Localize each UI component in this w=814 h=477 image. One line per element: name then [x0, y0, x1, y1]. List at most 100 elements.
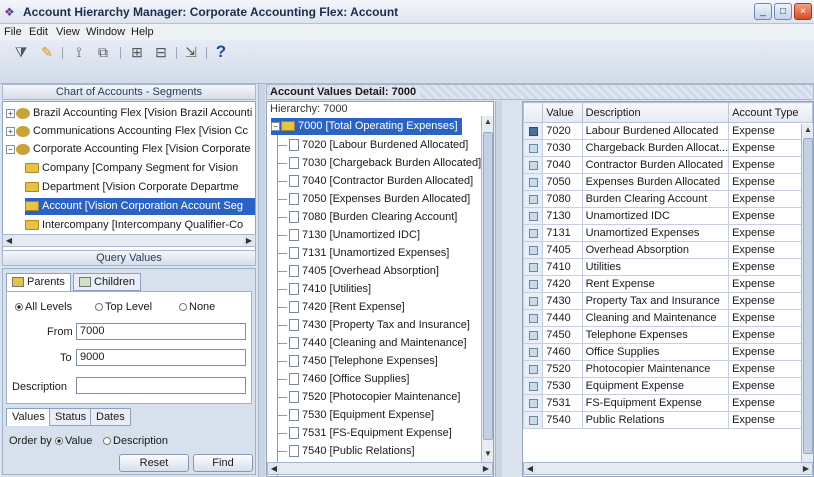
menu-view[interactable]: View — [56, 26, 80, 38]
row-selector[interactable] — [523, 207, 544, 225]
hierarchy-child-item[interactable]: 7530 [Equipment Expense] — [277, 407, 434, 424]
table-row[interactable]: 7460 Office Supplies Expense — [523, 343, 813, 361]
table-row[interactable]: 7530 Equipment Expense Expense — [523, 377, 813, 395]
table-row[interactable]: 7080 Burden Clearing Account Expense — [523, 190, 813, 208]
hierarchy-vertical-scrollbar[interactable]: ▲ ▼ — [481, 116, 493, 462]
table-row[interactable]: 7520 Photocopier Maintenance Expense — [523, 360, 813, 378]
hierarchy-child-item[interactable]: 7131 [Unamortized Expenses] — [277, 245, 449, 262]
table-row[interactable]: 7040 Contractor Burden Allocated Expense — [523, 156, 813, 174]
table-row[interactable]: 7131 Unamortized Expenses Expense — [523, 224, 813, 242]
table-row[interactable]: 7410 Utilities Expense — [523, 258, 813, 276]
edit-icon[interactable]: ✎ — [38, 43, 56, 61]
menu-edit[interactable]: Edit — [29, 26, 48, 38]
hierarchy-child-item[interactable]: 7531 [FS-Equipment Expense] — [277, 425, 452, 442]
close-button[interactable]: × — [794, 3, 812, 20]
help-icon[interactable]: ? — [212, 43, 230, 61]
radio-all-levels[interactable]: All Levels — [15, 301, 72, 313]
expand-icon[interactable]: + — [6, 108, 15, 118]
row-selector[interactable] — [523, 258, 544, 276]
expand-icon[interactable]: + — [6, 126, 15, 136]
table-row[interactable]: 7405 Overhead Absorption Expense — [523, 241, 813, 259]
scroll-up-icon[interactable]: ▲ — [802, 124, 813, 135]
hierarchy-child-item[interactable]: 7440 [Cleaning and Maintenance] — [277, 335, 467, 352]
tree-item-brazil[interactable]: + Brazil Accounting Flex [Vision Brazil A… — [6, 105, 252, 122]
hierarchy-child-item[interactable]: 7040 [Contractor Burden Allocated] — [277, 173, 473, 190]
row-selector[interactable] — [523, 241, 544, 259]
column-header-account-type[interactable]: Account Type — [728, 102, 813, 123]
hierarchy-child-item[interactable]: 7410 [Utilities] — [277, 281, 371, 298]
tab-values[interactable]: Values — [6, 408, 51, 426]
column-header-value[interactable]: Value — [542, 102, 583, 123]
panel-splitter[interactable] — [258, 84, 265, 477]
tree-item-department[interactable]: Department [Vision Corporate Departme — [25, 179, 239, 196]
scroll-up-icon[interactable]: ▲ — [482, 116, 493, 127]
hierarchy-child-item[interactable]: 7030 [Chargeback Burden Allocated] — [277, 155, 481, 172]
tree-item-corporate[interactable]: − Corporate Accounting Flex [Vision Corpo… — [6, 141, 250, 158]
scroll-down-icon[interactable]: ▼ — [482, 448, 493, 459]
from-field[interactable]: 7000 — [76, 323, 246, 340]
tree-item-account[interactable]: Account [Vision Corporation Account Seg — [25, 198, 255, 215]
row-selector[interactable] — [523, 156, 544, 174]
hierarchy-child-item[interactable]: 7460 [Office Supplies] — [277, 371, 409, 388]
table-row[interactable]: 7020 Labour Burdened Allocated Expense — [523, 122, 813, 140]
reset-button[interactable]: Reset — [119, 454, 189, 472]
tab-children[interactable]: Children — [73, 273, 141, 291]
hierarchy-child-item[interactable]: 7420 [Rent Expense] — [277, 299, 405, 316]
hierarchy-child-item[interactable]: 7020 [Labour Burdened Allocated] — [277, 137, 468, 154]
tree-item-communications[interactable]: + Communications Accounting Flex [Vision … — [6, 123, 248, 140]
row-selector[interactable] — [523, 411, 544, 429]
scroll-right-icon[interactable]: ▶ — [800, 463, 812, 474]
hierarchy-child-item[interactable]: 7450 [Telephone Expenses] — [277, 353, 438, 370]
collapse-icon[interactable]: − — [6, 144, 15, 154]
scroll-left-icon[interactable]: ◀ — [3, 235, 15, 246]
scroll-thumb[interactable] — [803, 138, 813, 454]
table-row[interactable]: 7050 Expenses Burden Allocated Expense — [523, 173, 813, 191]
export-icon[interactable]: ⇲ — [182, 43, 200, 61]
scroll-thumb[interactable] — [483, 132, 493, 440]
table-row[interactable]: 7531 FS-Equipment Expense Expense — [523, 394, 813, 412]
minimize-button[interactable]: _ — [754, 3, 772, 20]
row-selector[interactable] — [523, 190, 544, 208]
tab-dates[interactable]: Dates — [90, 408, 131, 426]
scroll-left-icon[interactable]: ◀ — [524, 463, 536, 474]
row-selector[interactable] — [523, 394, 544, 412]
tree-icon[interactable]: ⟟ — [70, 43, 88, 61]
filter-icon[interactable]: ⧩ — [12, 43, 30, 61]
hierarchy-child-item[interactable]: 7520 [Photocopier Maintenance] — [277, 389, 460, 406]
row-selector[interactable] — [523, 377, 544, 395]
description-field[interactable] — [76, 377, 246, 394]
hierarchy-child-item[interactable]: 7130 [Unamortized IDC] — [277, 227, 420, 244]
table-row[interactable]: 7030 Chargeback Burden Allocat... Expense — [523, 139, 813, 157]
radio-order-description[interactable]: Description — [103, 435, 168, 447]
detail-splitter[interactable] — [495, 101, 502, 477]
menu-file[interactable]: File — [4, 26, 22, 38]
radio-top-level[interactable]: Top Level — [95, 301, 152, 313]
hierarchy-horizontal-scrollbar[interactable]: ◀ ▶ — [267, 462, 493, 475]
tab-status[interactable]: Status — [49, 408, 93, 426]
tab-parents[interactable]: Parents — [6, 273, 71, 291]
hierarchy-child-item[interactable]: 7405 [Overhead Absorption] — [277, 263, 439, 280]
find-button[interactable]: Find — [193, 454, 253, 472]
row-selector[interactable] — [523, 275, 544, 293]
hierarchy-root[interactable]: − 7000 [Total Operating Expenses] — [271, 118, 462, 135]
row-selector[interactable] — [523, 292, 544, 310]
scroll-right-icon[interactable]: ▶ — [243, 235, 255, 246]
table-row[interactable]: 7130 Unamortized IDC Expense — [523, 207, 813, 225]
table-row[interactable]: 7440 Cleaning and Maintenance Expense — [523, 309, 813, 327]
row-selector[interactable] — [523, 360, 544, 378]
row-selector[interactable] — [523, 139, 544, 157]
collapse-icon[interactable]: − — [271, 121, 280, 131]
table-row[interactable]: 7430 Property Tax and Insurance Expense — [523, 292, 813, 310]
maximize-button[interactable]: □ — [774, 3, 792, 20]
remove-icon[interactable]: ⊟ — [152, 43, 170, 61]
tree-item-company[interactable]: Company [Company Segment for Vision — [25, 160, 238, 177]
add-icon[interactable]: ⊞ — [128, 43, 146, 61]
column-header-description[interactable]: Description — [581, 102, 730, 123]
menu-help[interactable]: Help — [131, 26, 154, 38]
segments-horizontal-scrollbar[interactable]: ◀ ▶ — [2, 234, 256, 247]
hierarchy-child-item[interactable]: 7080 [Burden Clearing Account] — [277, 209, 457, 226]
radio-order-value[interactable]: Value — [55, 435, 92, 447]
radio-none[interactable]: None — [179, 301, 215, 313]
table-vertical-scrollbar[interactable]: ▲ — [801, 124, 813, 464]
hierarchy-child-item[interactable]: 7540 [Public Relations] — [277, 443, 415, 460]
